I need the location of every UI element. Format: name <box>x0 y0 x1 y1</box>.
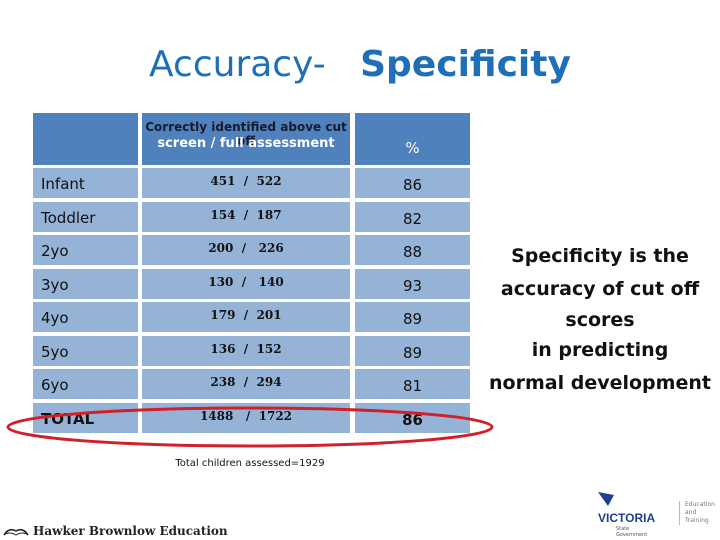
row-percent: 86 <box>402 411 423 429</box>
row-count: 179 / 201 <box>210 308 282 322</box>
row-label: 2yo <box>41 242 69 260</box>
row-label-cell: Toddler <box>33 202 138 232</box>
row-percent: 93 <box>402 277 423 295</box>
row-label: Infant <box>41 175 85 193</box>
total-assessed-note: Total children assessed=1929 <box>175 458 325 469</box>
row-count: 200 / 226 <box>208 241 284 255</box>
definition-line: normal development <box>489 372 711 394</box>
row-percent-cell: 93 <box>355 269 470 299</box>
row-label-cell: 2yo <box>33 235 138 265</box>
row-count: 154 / 187 <box>210 208 282 222</box>
publisher-name: Hawker Brownlow Education <box>33 524 228 538</box>
row-percent-cell: 89 <box>355 336 470 366</box>
row-percent: 86 <box>402 176 423 194</box>
victoria-sub: State Government <box>616 526 648 538</box>
row-percent-cell: 86 <box>355 168 470 198</box>
definition-line: scores <box>565 309 635 331</box>
row-label: 3yo <box>41 276 69 294</box>
slide-title: Accuracy- Specificity <box>0 44 720 85</box>
victoria-logo: VICTORIA State Government Education and … <box>598 488 720 538</box>
row-percent: 89 <box>402 344 423 362</box>
row-count-cell: 136 / 152 <box>142 336 350 366</box>
row-label-cell: 3yo <box>33 269 138 299</box>
open-book-icon <box>3 528 29 536</box>
title-regular: Accuracy- <box>149 44 326 85</box>
definition-line: accuracy of cut off <box>500 278 700 300</box>
row-count: 136 / 152 <box>210 342 282 356</box>
row-count: 1488 / 1722 <box>199 409 293 423</box>
row-label-cell: TOTAL <box>33 403 138 433</box>
row-count: 451 / 522 <box>210 174 282 188</box>
row-percent-cell: 88 <box>355 235 470 265</box>
row-percent-cell: 82 <box>355 202 470 232</box>
header-percent-cell: % <box>355 113 470 165</box>
row-label: 4yo <box>41 309 69 327</box>
header-counts-line2: screen / full assessment <box>157 136 335 151</box>
row-label-cell: 6yo <box>33 369 138 399</box>
header-blank-cell <box>33 113 138 165</box>
row-count-cell: 154 / 187 <box>142 202 350 232</box>
row-count-cell: 238 / 294 <box>142 369 350 399</box>
row-percent: 82 <box>402 210 423 228</box>
row-percent-cell: 81 <box>355 369 470 399</box>
row-count-cell: 1488 / 1722 <box>142 403 350 433</box>
row-count-cell: 200 / 226 <box>142 235 350 265</box>
victoria-map-icon <box>598 491 614 506</box>
definition-line: Specificity is the <box>511 245 689 267</box>
specificity-definition: Specificity is the accuracy of cut off s… <box>480 240 720 400</box>
row-count: 130 / 140 <box>208 275 284 289</box>
row-count-cell: 179 / 201 <box>142 302 350 332</box>
row-label-cell: Infant <box>33 168 138 198</box>
publisher-logo: Hawker Brownlow Education <box>3 524 228 538</box>
logo-divider <box>679 501 680 525</box>
header-counts-cell: Correctly identified above cut off scree… <box>142 113 350 165</box>
row-label: 5yo <box>41 343 69 361</box>
definition-line: in predicting <box>531 339 669 361</box>
victoria-dept: Education and Training <box>685 501 715 524</box>
victoria-mark: VICTORIA <box>598 511 656 525</box>
row-count-cell: 130 / 140 <box>142 269 350 299</box>
row-percent-cell: 89 <box>355 302 470 332</box>
row-label: TOTAL <box>41 410 95 428</box>
row-percent: 89 <box>402 310 423 328</box>
row-percent: 88 <box>402 243 423 261</box>
row-label: 6yo <box>41 376 69 394</box>
row-count: 238 / 294 <box>210 375 282 389</box>
row-label-cell: 5yo <box>33 336 138 366</box>
row-percent-cell: 86 <box>355 403 470 433</box>
title-bold: Specificity <box>360 44 571 85</box>
row-percent: 81 <box>402 377 423 395</box>
row-label: Toddler <box>41 209 96 227</box>
header-percent: % <box>405 139 420 157</box>
row-label-cell: 4yo <box>33 302 138 332</box>
row-count-cell: 451 / 522 <box>142 168 350 198</box>
